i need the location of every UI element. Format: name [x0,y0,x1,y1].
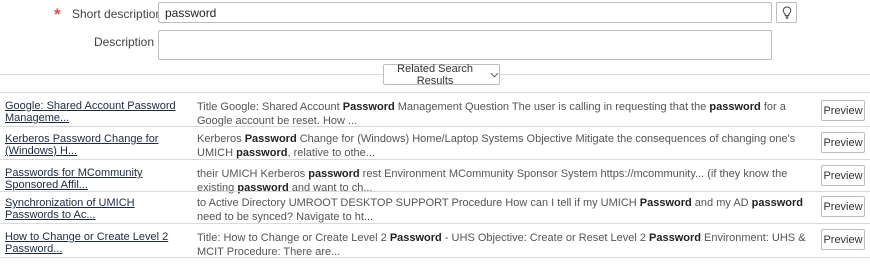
result-title-link[interactable]: Synchronization of UMICH Passwords to Ac… [5,197,191,221]
snippet-text: their UMICH Kerberos [197,168,309,180]
result-title-link[interactable]: How to Change or Create Level 2 Password… [5,231,191,255]
description-field[interactable] [158,30,772,60]
result-snippet: Title Google: Shared Account Password Ma… [197,100,811,128]
result-snippet: to Active Directory UMROOT DESKTOP SUPPO… [197,196,811,224]
snippet-text: Kerberos [197,133,245,145]
snippet-text: to Active Directory UMROOT DESKTOP SUPPO… [197,197,640,209]
preview-button[interactable]: Preview [821,165,865,186]
related-search-results-label: Related Search Results [397,62,473,87]
result-row: Synchronization of UMICH Passwords to Ac… [0,191,870,223]
chevron-down-icon [490,72,499,77]
highlighted-term: Password [244,133,297,145]
preview-button[interactable]: Preview [821,100,865,121]
preview-button[interactable]: Preview [821,196,865,217]
snippet-text: , relative to othe... [287,147,375,159]
result-row: Kerberos Password Change for (Windows) H… [0,126,870,159]
short-description-row: * Short description [0,0,870,30]
short-description-label: Short description [72,7,163,21]
result-title-link[interactable]: Kerberos Password Change for (Windows) H… [5,133,191,157]
result-title-link[interactable]: Passwords for MCommunity Sponsored Affil… [5,167,191,191]
suggestion-lightbulb-button[interactable] [776,2,797,23]
result-row: How to Change or Create Level 2 Password… [0,223,870,259]
snippet-text: need to be synced? Navigate to ht... [197,211,374,223]
preview-button[interactable]: Preview [821,229,865,250]
snippet-text: Management Question The user is calling … [394,101,710,113]
short-description-input[interactable] [158,2,772,23]
description-label: Description [94,35,155,49]
highlighted-term: Password [389,232,442,244]
required-indicator-icon: * [54,5,61,24]
result-snippet: Kerberos Password Change for (Windows) H… [197,132,811,160]
highlighted-term: Password [649,232,701,244]
results-bottom-divider [0,257,870,258]
result-snippet: Title: How to Change or Create Level 2 P… [197,231,811,259]
snippet-text: Title: How to Change or Create Level 2 [197,232,390,244]
highlighted-term: password [308,168,360,180]
lightbulb-icon [782,6,791,19]
description-row: Description [0,30,870,62]
result-row: Passwords for MCommunity Sponsored Affil… [0,159,870,194]
highlighted-term: Password [342,101,395,113]
result-title-link[interactable]: Google: Shared Account Password Manageme… [5,100,191,124]
preview-button[interactable]: Preview [821,132,865,153]
snippet-text: - UHS Objective: Create or Reset Level 2 [441,232,650,244]
highlighted-term: password [236,147,288,159]
result-row: Google: Shared Account Password Manageme… [0,92,870,128]
highlighted-term: password [751,197,804,209]
highlighted-term: password [709,101,761,113]
highlighted-term: Password [639,197,692,209]
snippet-text: and my AD [691,197,752,209]
related-search-results-toggle[interactable]: Related Search Results [383,62,500,87]
snippet-text: Title Google: Shared Account [197,101,343,113]
